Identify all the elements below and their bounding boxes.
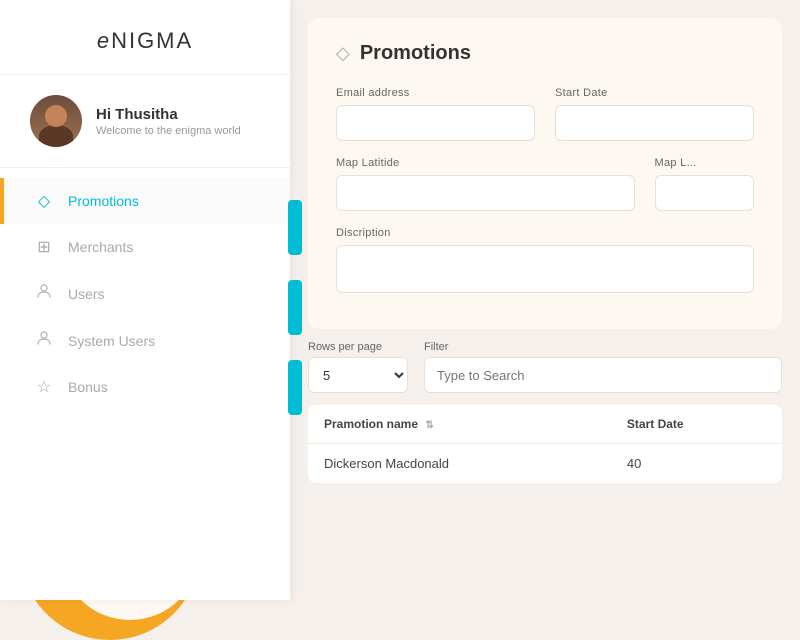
description-input[interactable] [336,245,754,293]
user-greeting: Hi Thusitha [96,106,241,123]
nav-label-promotions: Promotions [68,193,139,209]
nav-label-users: Users [68,286,105,302]
map-lng-label: Map L... [655,157,755,169]
page-header: ◇ Promotions [336,42,754,65]
main-content: ◇ Promotions Email address Start Date Ma… [290,0,800,600]
map-lat-group: Map Latitide [336,157,635,211]
form-card: ◇ Promotions Email address Start Date Ma… [308,18,782,329]
table-controls: Rows per page 5 10 25 Filter [308,341,782,393]
form-row-3: Discription [336,227,754,293]
logo-area: eNIGMA [0,0,290,75]
nav-label-merchants: Merchants [68,239,133,255]
rows-per-page-label: Rows per page [308,341,408,353]
sidebar-accent-3 [288,360,302,415]
start-date-label: Start Date [555,87,754,99]
grid-icon: ⊞ [34,237,54,257]
avatar [30,95,82,147]
map-lat-label: Map Latitide [336,157,635,169]
logo-prefix: e [97,28,111,53]
diamond-icon: ◇ [34,191,54,211]
page-icon: ◇ [336,43,350,64]
user-icon [34,283,54,304]
table-row: Dickerson Macdonald 40 [308,444,782,484]
nav-menu: ◇ Promotions ⊞ Merchants Users [0,178,290,410]
description-label: Discription [336,227,754,239]
system-user-icon [34,330,54,351]
sidebar-item-bonus[interactable]: ☆ Bonus [0,364,290,410]
user-area: Hi Thusitha Welcome to the enigma world [0,75,290,168]
filter-group: Filter [424,341,782,393]
table-section: Rows per page 5 10 25 Filter [308,341,782,483]
email-group: Email address [336,87,535,141]
nav-label-bonus: Bonus [68,379,108,395]
col-header-name[interactable]: Pramotion name ⇅ [308,405,611,444]
start-date-group: Start Date [555,87,754,141]
sort-icon-name: ⇅ [425,420,433,431]
avatar-face [30,95,82,147]
user-subtitle: Welcome to the enigma world [96,125,241,137]
rows-per-page-group: Rows per page 5 10 25 [308,341,408,393]
sidebar-item-promotions[interactable]: ◇ Promotions [0,178,290,224]
map-lng-group: Map L... [655,157,755,211]
sidebar: eNIGMA Hi Thusitha Welcome to the enigma… [0,0,290,600]
logo-suffix: NIGMA [111,28,193,53]
rows-per-page-select[interactable]: 5 10 25 [308,357,408,393]
filter-input[interactable] [424,357,782,393]
nav-label-system-users: System Users [68,333,155,349]
col-label-name: Pramotion name [324,417,418,431]
filter-label: Filter [424,341,782,353]
sidebar-accent-1 [288,200,302,255]
map-lat-input[interactable] [336,175,635,211]
table-header-row: Pramotion name ⇅ Start Date [308,405,782,444]
description-group: Discription [336,227,754,293]
form-row-2: Map Latitide Map L... [336,157,754,211]
sidebar-item-system-users[interactable]: System Users [0,317,290,364]
cell-name: Dickerson Macdonald [308,444,611,484]
cell-start-date: 40 [611,444,782,484]
email-label: Email address [336,87,535,99]
col-header-start-date[interactable]: Start Date [611,405,782,444]
start-date-input[interactable] [555,105,754,141]
data-table: Pramotion name ⇅ Start Date Dickerson Ma… [308,405,782,483]
user-info: Hi Thusitha Welcome to the enigma world [96,106,241,137]
col-label-start-date: Start Date [627,417,684,431]
email-input[interactable] [336,105,535,141]
sidebar-item-merchants[interactable]: ⊞ Merchants [0,224,290,270]
page-title: Promotions [360,42,471,65]
sidebar-item-users[interactable]: Users [0,270,290,317]
sidebar-accent-2 [288,280,302,335]
map-lng-input[interactable] [655,175,755,211]
logo: eNIGMA [0,28,290,54]
table-body: Dickerson Macdonald 40 [308,444,782,484]
form-row-1: Email address Start Date [336,87,754,141]
star-icon: ☆ [34,377,54,397]
